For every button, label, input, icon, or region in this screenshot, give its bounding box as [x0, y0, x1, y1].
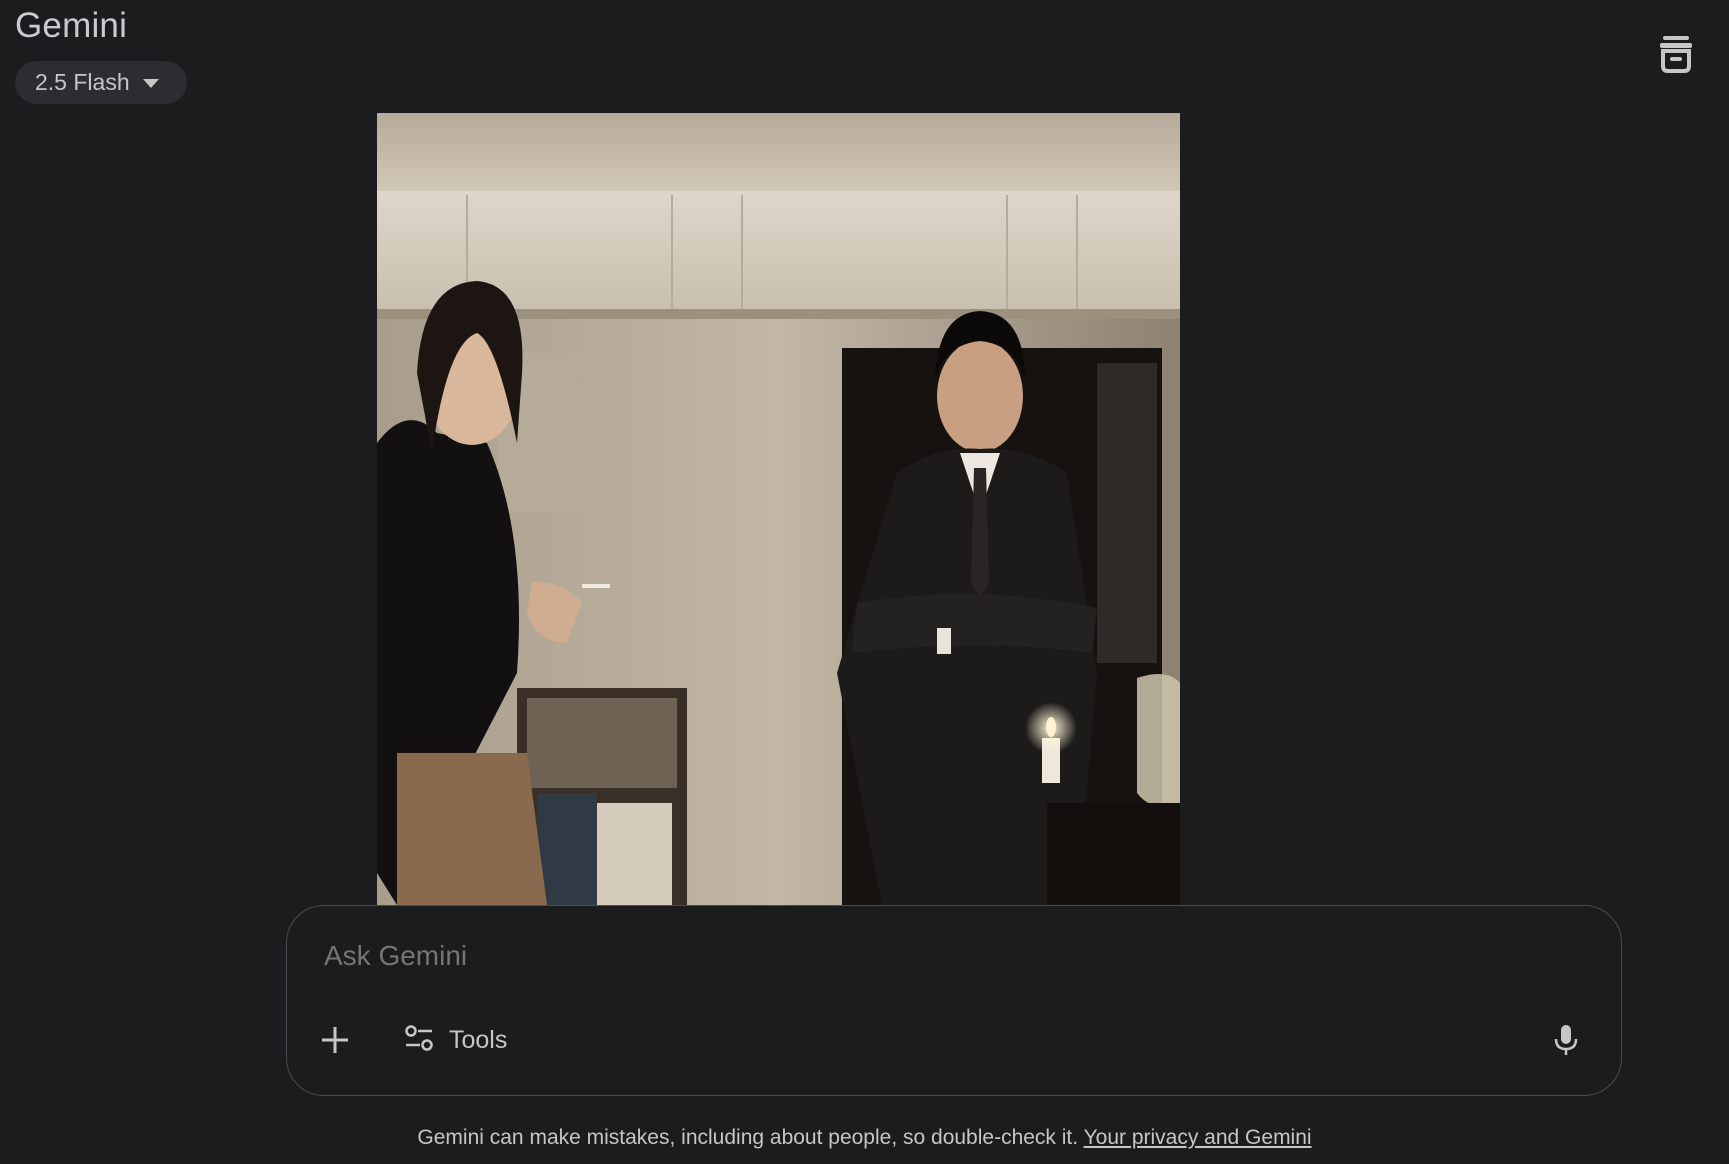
model-selector-label: 2.5 Flash: [35, 69, 130, 95]
prompt-composer: Tools: [286, 905, 1622, 1096]
generated-image[interactable]: [377, 113, 1180, 905]
model-selector-button[interactable]: 2.5 Flash: [15, 61, 187, 104]
tools-button[interactable]: Tools: [403, 1020, 507, 1060]
tools-icon: [403, 1022, 435, 1059]
temporary-chat-icon[interactable]: [1656, 34, 1696, 74]
tools-label: Tools: [449, 1025, 508, 1054]
disclaimer-text: Gemini can make mistakes, including abou…: [417, 1126, 1084, 1149]
prompt-input[interactable]: [322, 939, 1526, 973]
plus-icon[interactable]: [315, 1020, 355, 1060]
app-title: Gemini: [15, 6, 128, 45]
mic-icon[interactable]: [1546, 1020, 1586, 1060]
privacy-link[interactable]: Your privacy and Gemini: [1084, 1126, 1312, 1149]
chevron-down-icon: [142, 79, 159, 88]
footer-disclaimer: Gemini can make mistakes, including abou…: [0, 1126, 1729, 1150]
